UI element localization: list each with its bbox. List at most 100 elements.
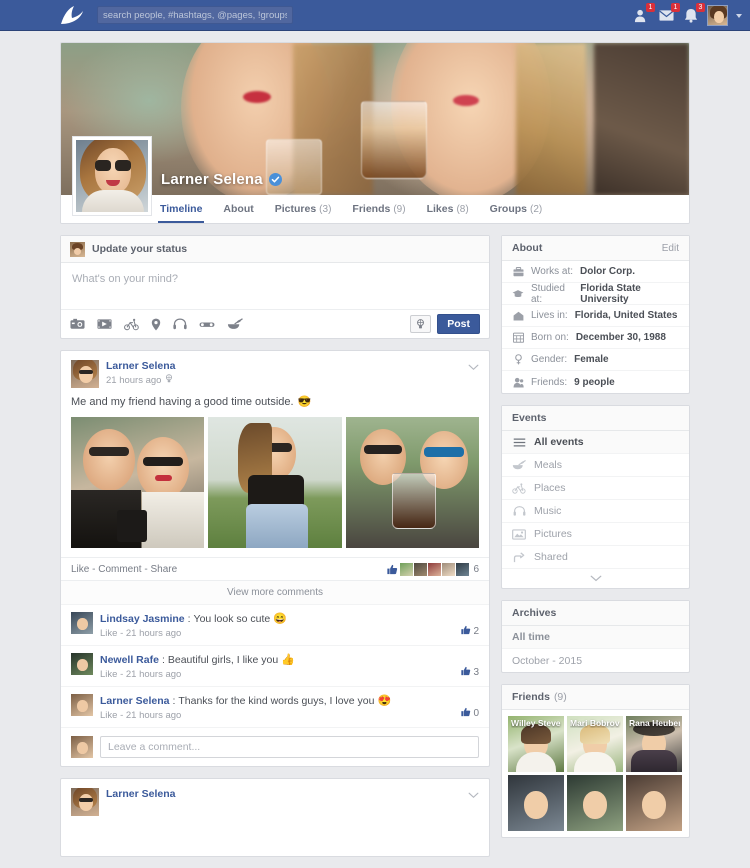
friend-name: Willey Steve xyxy=(511,718,562,728)
comment-meta[interactable]: Like - 21 hours ago xyxy=(100,628,454,639)
about-value: Florida, United States xyxy=(575,310,678,321)
events-item-shared[interactable]: Shared xyxy=(502,546,689,569)
archives-card: Archives All time October - 2015 xyxy=(501,600,690,673)
events-item-pictures[interactable]: Pictures xyxy=(502,523,689,546)
globe-icon xyxy=(165,374,173,386)
tab-timeline[interactable]: Timeline xyxy=(160,195,202,223)
comment-emoji: 😍 xyxy=(377,694,391,707)
cover-photo[interactable] xyxy=(61,43,689,195)
tab-likes[interactable]: Likes (8) xyxy=(427,195,469,223)
search-input[interactable] xyxy=(97,6,293,24)
status-input[interactable] xyxy=(61,263,489,306)
post-menu-chevron-down-icon[interactable] xyxy=(468,360,479,374)
notifications-icon[interactable]: 3 xyxy=(682,7,700,25)
post-author[interactable]: Larner Selena xyxy=(106,788,461,800)
picture-icon xyxy=(512,529,526,540)
events-item-label: Music xyxy=(534,505,561,517)
messages-icon[interactable]: 1 xyxy=(657,7,675,25)
archives-all-time[interactable]: All time xyxy=(502,626,689,649)
comment-author[interactable]: Lindsay Jasmine xyxy=(100,613,185,625)
archives-item[interactable]: October - 2015 xyxy=(502,649,689,672)
avatar[interactable] xyxy=(71,653,93,675)
about-label: Gender: xyxy=(531,354,567,365)
tab-pictures[interactable]: Pictures (3) xyxy=(275,195,332,223)
liker-avatar[interactable] xyxy=(456,563,469,576)
post-menu-chevron-down-icon[interactable] xyxy=(468,788,479,802)
about-edit-button[interactable]: Edit xyxy=(662,243,679,254)
friend-tile[interactable] xyxy=(626,775,682,831)
tab-friends[interactable]: Friends (9) xyxy=(352,195,405,223)
avatar[interactable] xyxy=(71,612,93,634)
liker-avatar[interactable] xyxy=(414,563,427,576)
camera-icon[interactable] xyxy=(70,318,85,330)
avatar[interactable] xyxy=(71,360,99,388)
about-label: Studied at: xyxy=(531,283,573,305)
comment-like-count: 3 xyxy=(473,667,479,678)
nav-right-group: 1 1 3 xyxy=(632,0,742,31)
about-row-studied-at: Studied at: Florida State University xyxy=(502,283,689,305)
status-composer-card: Update your status xyxy=(60,235,490,339)
post-actions-links[interactable]: Like - Comment - Share xyxy=(71,564,177,575)
view-more-comments-link[interactable]: View more comments xyxy=(61,580,489,604)
tab-count: (3) xyxy=(319,204,331,215)
friend-tile[interactable]: Rana Heubert xyxy=(626,716,682,772)
friend-tile[interactable] xyxy=(567,775,623,831)
comment-likes: 2 xyxy=(461,625,479,639)
friend-requests-badge: 1 xyxy=(646,3,655,12)
comment-author[interactable]: Newell Rafe xyxy=(100,654,159,666)
gamepad-icon[interactable] xyxy=(199,320,215,329)
page-title: Larner Selena xyxy=(161,171,263,188)
user-avatar[interactable] xyxy=(707,5,728,26)
comment-meta[interactable]: Like - 21 hours ago xyxy=(100,710,454,721)
profile-name-row: Larner Selena xyxy=(161,171,282,188)
comment-like-count: 0 xyxy=(473,708,479,719)
about-label: Lives in: xyxy=(531,310,568,321)
events-item-all-events[interactable]: All events xyxy=(502,431,689,454)
food-bowl-icon[interactable] xyxy=(227,318,243,330)
about-value: Florida State University xyxy=(580,283,679,305)
tab-groups[interactable]: Groups (2) xyxy=(490,195,543,223)
friend-tile[interactable] xyxy=(508,775,564,831)
search-box[interactable] xyxy=(97,6,293,24)
comment-like-count: 2 xyxy=(473,626,479,637)
about-label: Works at: xyxy=(531,266,573,277)
profile-picture[interactable] xyxy=(72,136,152,216)
comment-meta[interactable]: Like - 21 hours ago xyxy=(100,669,454,680)
friend-tile[interactable]: Willey Steve xyxy=(508,716,564,772)
location-pin-icon[interactable] xyxy=(151,318,161,331)
bird-logo[interactable] xyxy=(57,4,87,26)
post-photo[interactable] xyxy=(208,417,341,548)
sidebar-column: About Edit Works at: Dolor Corp. Studied… xyxy=(501,235,690,868)
post-photo[interactable] xyxy=(71,417,204,548)
privacy-selector-button[interactable] xyxy=(410,315,431,333)
comment-input-row xyxy=(61,727,489,766)
profile-tabs: Timeline About Pictures (3) Friends (9) … xyxy=(61,195,689,223)
friend-requests-icon[interactable]: 1 xyxy=(632,7,650,25)
liker-avatar[interactable] xyxy=(428,563,441,576)
chevron-down-icon[interactable] xyxy=(736,14,742,18)
post-time-text: 21 hours ago xyxy=(106,375,161,386)
avatar[interactable] xyxy=(71,694,93,716)
avatar[interactable] xyxy=(71,788,99,816)
post-author[interactable]: Larner Selena xyxy=(106,360,461,372)
comment-input[interactable] xyxy=(100,736,479,758)
post-photo-grid xyxy=(61,417,489,557)
events-item-places[interactable]: Places xyxy=(502,477,689,500)
comment-author[interactable]: Larner Selena xyxy=(100,695,169,707)
headphones-icon xyxy=(512,506,526,516)
about-value: Dolor Corp. xyxy=(580,266,635,277)
events-expand-chevron-down-icon[interactable] xyxy=(502,569,689,588)
events-item-meals[interactable]: Meals xyxy=(502,454,689,477)
liker-avatar[interactable] xyxy=(400,563,413,576)
friend-name: Rana Heubert xyxy=(629,718,680,728)
headphones-icon[interactable] xyxy=(173,318,187,330)
liker-avatar[interactable] xyxy=(442,563,455,576)
about-card-header: About Edit xyxy=(502,236,689,261)
places-icon[interactable] xyxy=(124,318,139,331)
events-item-music[interactable]: Music xyxy=(502,500,689,523)
post-button[interactable]: Post xyxy=(437,314,480,334)
tab-about[interactable]: About xyxy=(223,195,253,223)
friend-tile[interactable]: Mari Bobrov xyxy=(567,716,623,772)
post-photo[interactable] xyxy=(346,417,479,548)
video-icon[interactable] xyxy=(97,318,112,330)
